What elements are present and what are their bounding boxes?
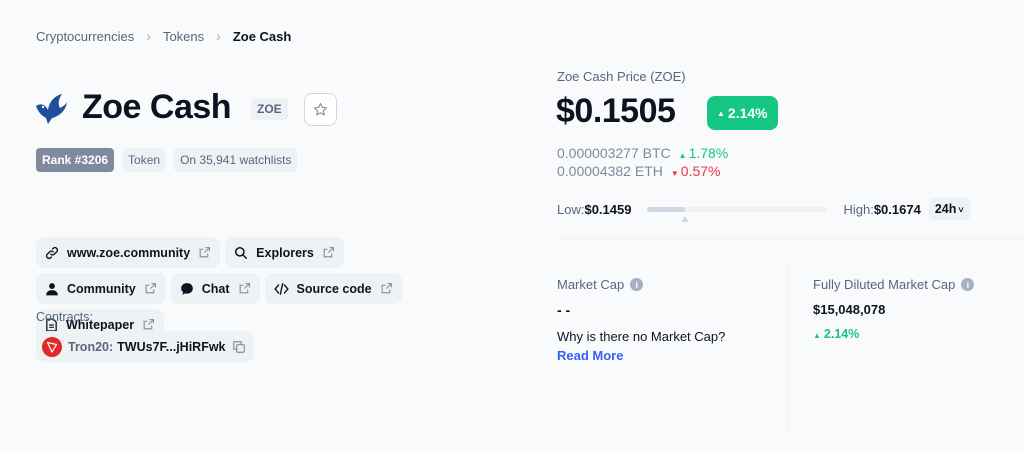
eth-price: 0.00004382 ETH: [557, 163, 663, 179]
copy-icon[interactable]: [232, 340, 246, 354]
community-button[interactable]: Community: [36, 273, 166, 304]
no-market-cap-question: Why is there no Market Cap?: [557, 329, 726, 344]
chevron-right-icon: ›: [216, 28, 221, 44]
source-code-label: Source code: [296, 281, 372, 296]
market-cap-label: Market Cap i: [557, 277, 644, 292]
breadcrumb-cryptocurrencies[interactable]: Cryptocurrencies: [36, 29, 134, 44]
coin-name: Zoe Cash: [82, 88, 232, 126]
market-cap-label-text: Market Cap: [557, 277, 625, 292]
caret-up-icon: ▲: [813, 331, 821, 340]
source-code-button[interactable]: Source code: [264, 273, 402, 304]
timeframe-dropdown[interactable]: 24h ˅: [928, 198, 970, 220]
timeframe-value: 24h: [934, 202, 957, 216]
contract-address: TWUs7F...jHiRFwk: [117, 339, 226, 354]
btc-price-row: 0.000003277 BTC ▲ 1.78%: [557, 145, 728, 161]
coin-tags: Rank #3206 Token On 35,941 watchlists: [36, 148, 298, 172]
low-value: $0.1459: [584, 201, 632, 217]
breadcrumb-tokens[interactable]: Tokens: [163, 29, 204, 44]
external-link-icon: [238, 282, 251, 295]
eth-change: ▼ 0.57%: [671, 163, 721, 179]
breadcrumb-current: Zoe Cash: [232, 28, 292, 44]
market-cap-value: - -: [557, 302, 571, 318]
btc-price: 0.000003277 BTC: [557, 145, 671, 161]
eth-price-row: 0.00004382 ETH ▼ 0.57%: [557, 163, 720, 179]
explorers-button[interactable]: Explorers: [225, 237, 344, 268]
range-bar: [647, 206, 828, 222]
external-link-icon: [142, 318, 155, 331]
tron-icon: [42, 336, 62, 357]
chevron-right-icon: ›: [146, 28, 151, 44]
caret-down-icon: ▼: [670, 169, 679, 178]
range-marker-icon: [681, 215, 690, 222]
contract-address-chip[interactable]: Tron20: TWUs7F...jHiRFwk: [36, 331, 254, 362]
contract-network: Tron20:: [68, 339, 114, 354]
fdmc-change: ▲ 2.14%: [813, 327, 859, 341]
watchlist-star-button[interactable]: [304, 93, 337, 126]
code-icon: [273, 282, 289, 296]
type-badge: Token: [122, 148, 167, 172]
breadcrumb: Cryptocurrencies › Tokens › Zoe Cash: [36, 28, 291, 44]
rank-badge: Rank #3206: [36, 148, 115, 172]
external-link-icon: [144, 282, 157, 295]
user-icon: [45, 282, 59, 296]
fdmc-label: Fully Diluted Market Cap i: [813, 277, 975, 292]
search-icon: [234, 246, 248, 260]
contracts-label: Contracts:: [36, 310, 93, 324]
chat-button[interactable]: Chat: [170, 273, 260, 304]
price-label: Zoe Cash Price (ZOE): [557, 69, 686, 84]
chat-label: Chat: [201, 281, 230, 296]
btc-change: ▲ 1.78%: [679, 145, 729, 161]
price-value: $0.1505: [556, 92, 676, 130]
website-link[interactable]: www.zoe.community: [36, 237, 221, 268]
price-range: Low: $0.1459 High: $0.1674 24h ˅: [557, 198, 982, 222]
caret-up-icon: ▲: [717, 108, 725, 118]
fdmc-label-text: Fully Diluted Market Cap: [813, 277, 956, 292]
external-link-icon: [322, 246, 335, 259]
price-change-badge: ▲ 2.14%: [707, 96, 778, 130]
high-label: High:: [843, 201, 874, 217]
info-icon[interactable]: i: [961, 278, 975, 291]
high-value: $0.1674: [873, 201, 921, 217]
coin-symbol-badge: ZOE: [251, 98, 288, 120]
eth-change-value: 0.57%: [680, 163, 721, 179]
external-link-icon: [198, 246, 211, 259]
range-bar-fill: [647, 206, 686, 212]
chevron-down-icon: ˅: [958, 205, 964, 215]
explorers-label: Explorers: [256, 245, 314, 260]
link-icon: [45, 246, 59, 260]
caret-up-icon: ▲: [678, 151, 687, 160]
info-icon[interactable]: i: [630, 278, 644, 291]
divider: [556, 238, 1024, 239]
read-more-link[interactable]: Read More: [557, 348, 623, 363]
coin-links: www.zoe.community Explorers Community Ch…: [36, 237, 476, 340]
price-change-value: 2.14%: [727, 105, 768, 121]
watchlist-count-badge: On 35,941 watchlists: [174, 148, 298, 172]
bird-logo-icon: [34, 92, 68, 126]
low-label: Low:: [557, 201, 585, 217]
star-icon: [313, 102, 328, 117]
chat-icon: [180, 282, 194, 296]
external-link-icon: [380, 282, 393, 295]
community-label: Community: [67, 281, 136, 296]
fdmc-change-value: 2.14%: [823, 327, 860, 341]
fdmc-value: $15,048,078: [813, 302, 886, 317]
website-link-label: www.zoe.community: [67, 245, 191, 260]
divider: [787, 265, 788, 435]
btc-change-value: 1.78%: [688, 145, 729, 161]
